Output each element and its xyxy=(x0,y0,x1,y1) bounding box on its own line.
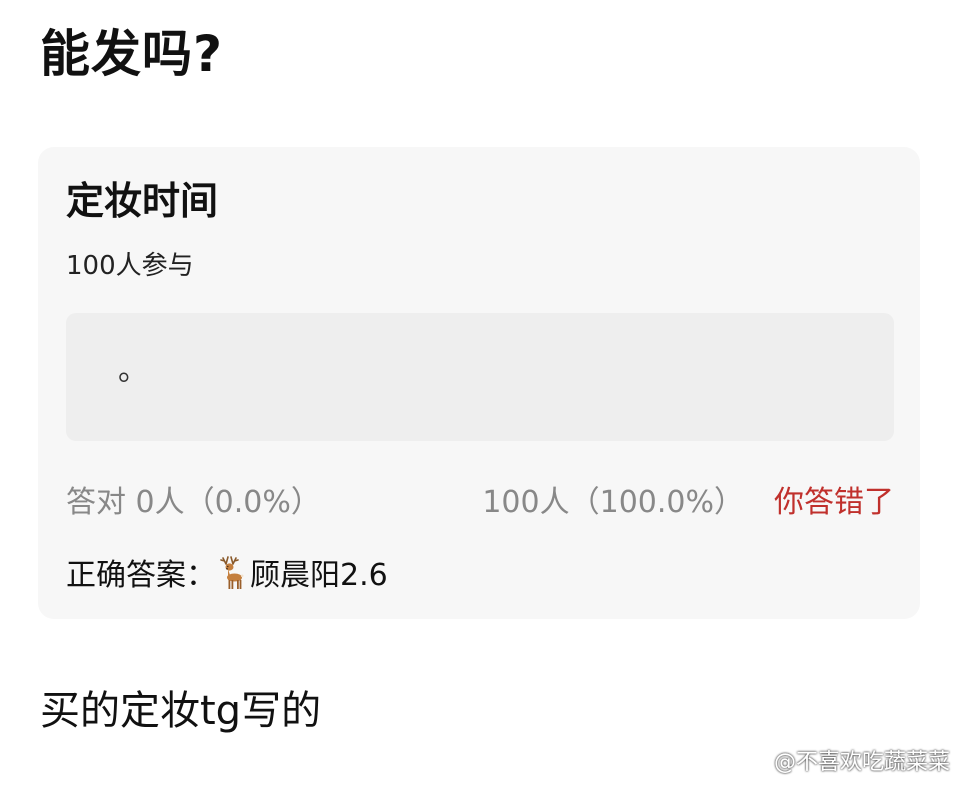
result-stats: 答对 0人（0.0%） 100人（100.0%） 你答错了 xyxy=(66,483,894,523)
quiz-title: 定妆时间 xyxy=(66,179,219,223)
participants-count: 100人参与 xyxy=(66,251,194,281)
deer-icon xyxy=(216,555,246,591)
watermark: @不喜欢吃蔬菜菜 xyxy=(742,748,950,778)
wrong-label: 你答错了 xyxy=(774,485,894,520)
answer-option[interactable]: 。 xyxy=(66,313,894,441)
page-title: 能发吗? xyxy=(40,25,224,83)
answer-option-text: 。 xyxy=(118,353,148,388)
weibo-icon xyxy=(742,751,770,773)
correct-stat: 答对 0人（0.0%） xyxy=(66,485,321,520)
quiz-card: 定妆时间 100人参与 。 答对 0人（0.0%） 100人（100.0%） 你答… xyxy=(38,147,920,619)
correct-answer-value: 顾晨阳2.6 xyxy=(250,558,388,593)
correct-answer-label: 正确答案： xyxy=(66,558,216,593)
wrong-stat: 100人（100.0%） xyxy=(482,485,744,520)
wrong-stat-group: 100人（100.0%） 你答错了 xyxy=(482,483,894,523)
post-body-text: 买的定妆tg写的 xyxy=(40,688,322,734)
correct-answer: 正确答案： 顾晨阳2.6 xyxy=(66,555,388,596)
watermark-text: @不喜欢吃蔬菜菜 xyxy=(773,750,950,775)
